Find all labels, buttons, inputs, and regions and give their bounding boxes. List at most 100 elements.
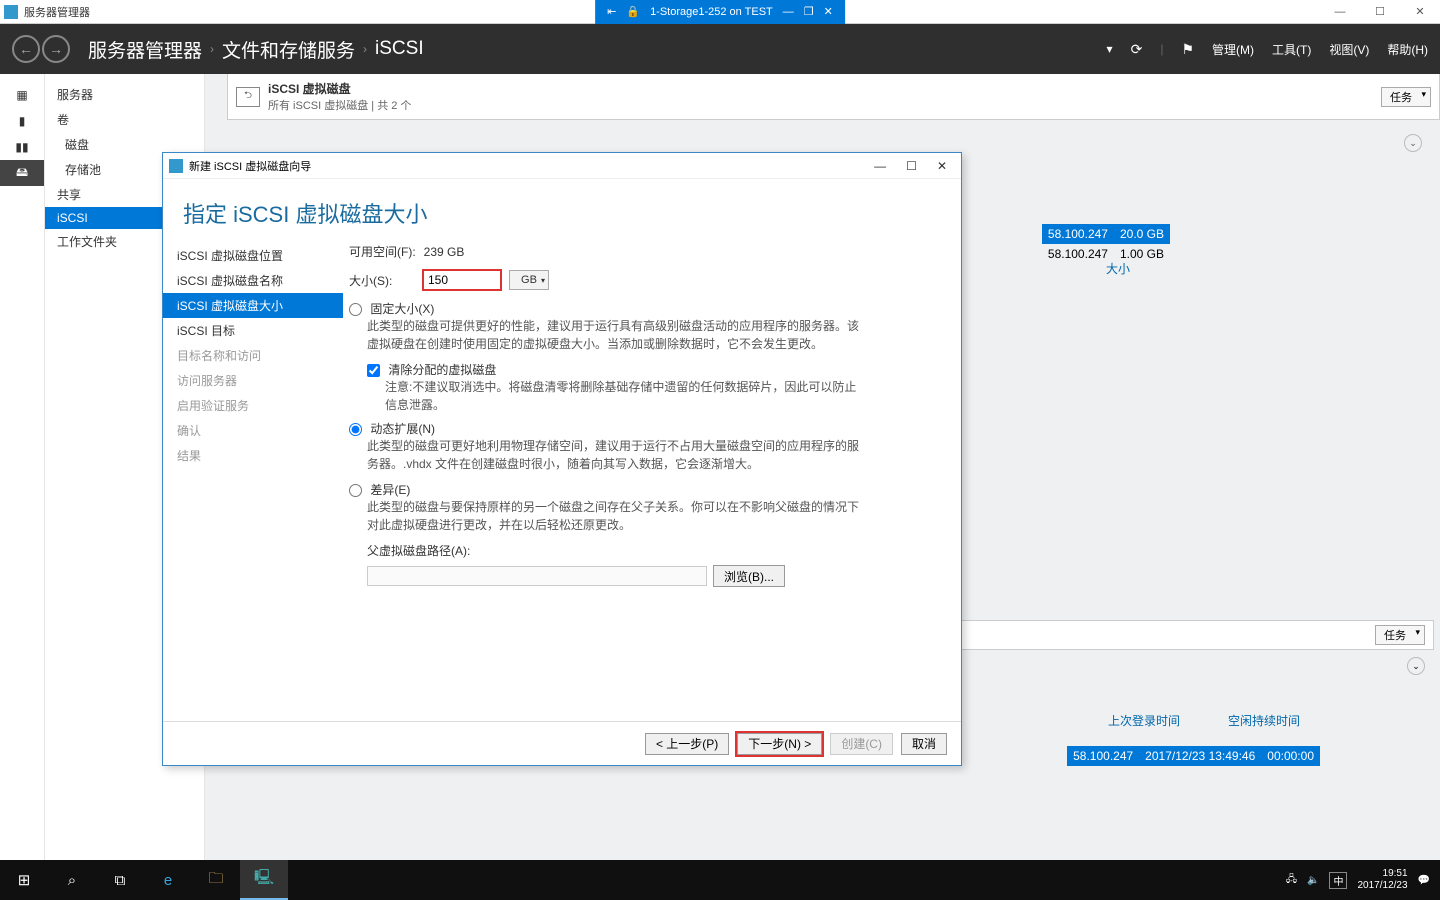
step-result: 结果 [163, 443, 343, 468]
close-button[interactable]: ✕ [1400, 0, 1440, 24]
diff-radio[interactable]: 差异(E) [349, 483, 410, 497]
collapse-icon[interactable]: ⌄ [1407, 657, 1425, 675]
menu-tools[interactable]: 工具(T) [1272, 41, 1311, 58]
step-auth: 启用验证服务 [163, 393, 343, 418]
fixed-size-radio[interactable]: 固定大小(X) [349, 302, 434, 316]
clear-disk-checkbox[interactable]: 清除分配的虚拟磁盘 [367, 363, 496, 377]
rail-storage-icon[interactable]: 🖴 [0, 160, 44, 186]
server-manager-header: ← → 服务器管理器 › 文件和存储服务 › iSCSI ▾ ⟳ | ⚑ 管理(… [0, 24, 1440, 74]
size-label: 大小(S): [349, 272, 415, 289]
parent-path-label: 父虚拟磁盘路径(A): [367, 542, 941, 559]
size-input[interactable] [423, 270, 501, 290]
dropdown-icon[interactable]: ▾ [1107, 42, 1113, 56]
wizard-close-button[interactable]: ✕ [937, 159, 947, 173]
create-button: 创建(C) [830, 733, 893, 755]
pin-icon[interactable]: ⇤ [607, 5, 616, 18]
tasks-dropdown[interactable]: 任务 [1381, 87, 1431, 107]
tray-clock[interactable]: 19:51 2017/12/23 [1357, 868, 1407, 892]
disk-icon: ⮌ [236, 87, 260, 107]
server-manager-icon [4, 5, 18, 19]
breadcrumb-section[interactable]: 文件和存储服务 [222, 36, 355, 63]
rail-all-icon[interactable]: ▮▮ [0, 134, 44, 160]
col-idle[interactable]: 空闲持续时间 [1228, 712, 1300, 729]
rail-local-icon[interactable]: ▮ [0, 108, 44, 134]
icon-rail: ▦ ▮ ▮▮ 🖴 [0, 74, 45, 860]
dynamic-radio[interactable]: 动态扩展(N) [349, 422, 435, 436]
window-controls: — ☐ ✕ [1320, 0, 1440, 24]
wizard-maximize-button[interactable]: ☐ [906, 159, 917, 173]
outer-titlebar: 服务器管理器 ⇤ 🔒 1-Storage1-252 on TEST — ❐ ✕ … [0, 0, 1440, 24]
vm-minimize-icon[interactable]: — [783, 6, 794, 18]
nav-servers[interactable]: 服务器 [45, 82, 204, 107]
wizard-icon [169, 159, 183, 173]
available-space-value: 239 GB [424, 245, 465, 259]
chevron-right-icon: › [363, 42, 367, 56]
tasks-dropdown-lower[interactable]: 任务 [1375, 625, 1425, 645]
col-last-login[interactable]: 上次登录时间 [1108, 712, 1180, 729]
iscsi-wizard-dialog: 新建 iSCSI 虚拟磁盘向导 — ☐ ✕ 指定 iSCSI 虚拟磁盘大小 iS… [162, 152, 962, 766]
breadcrumb-current: iSCSI [375, 38, 424, 60]
tray-ime[interactable]: 中 [1329, 872, 1347, 889]
breadcrumb: 服务器管理器 › 文件和存储服务 › iSCSI [88, 36, 424, 63]
wizard-heading: 指定 iSCSI 虚拟磁盘大小 [163, 179, 961, 239]
ie-icon[interactable]: e [144, 860, 192, 900]
content-header: ⮌ iSCSI 虚拟磁盘 所有 iSCSI 虚拟磁盘 | 共 2 个 任务 [227, 74, 1440, 120]
next-button[interactable]: 下一步(N) > [737, 733, 822, 755]
rail-dashboard-icon[interactable]: ▦ [0, 82, 44, 108]
breadcrumb-root[interactable]: 服务器管理器 [88, 36, 202, 63]
nav-back-button[interactable]: ← [12, 35, 40, 63]
vm-connection-tab[interactable]: ⇤ 🔒 1-Storage1-252 on TEST — ❐ ✕ [595, 0, 845, 24]
step-target-name: 目标名称和访问 [163, 343, 343, 368]
start-button[interactable]: ⊞ [0, 860, 48, 900]
step-location[interactable]: iSCSI 虚拟磁盘位置 [163, 243, 343, 268]
step-confirm: 确认 [163, 418, 343, 443]
fixed-desc: 此类型的磁盘可提供更好的性能，建议用于运行具有高级别磁盘活动的应用程序的服务器。… [367, 317, 867, 353]
menu-view[interactable]: 视图(V) [1329, 41, 1369, 58]
wizard-footer: < 上一步(P) 下一步(N) > 创建(C) 取消 [163, 721, 961, 765]
wizard-titlebar[interactable]: 新建 iSCSI 虚拟磁盘向导 — ☐ ✕ [163, 153, 961, 179]
step-target[interactable]: iSCSI 目标 [163, 318, 343, 343]
wizard-steps: iSCSI 虚拟磁盘位置 iSCSI 虚拟磁盘名称 iSCSI 虚拟磁盘大小 i… [163, 239, 343, 721]
step-name[interactable]: iSCSI 虚拟磁盘名称 [163, 268, 343, 293]
explorer-icon[interactable]: 🗀 [192, 860, 240, 900]
table-row[interactable]: 58.100.247 1.00 GB [1042, 244, 1170, 264]
minimize-button[interactable]: — [1320, 0, 1360, 24]
outer-title: 服务器管理器 [24, 4, 90, 20]
table-row[interactable]: 58.100.247 2017/12/23 13:49:46 00:00:00 [1067, 746, 1320, 766]
taskview-icon[interactable]: ⧉ [96, 860, 144, 900]
parent-path-input[interactable] [367, 566, 707, 586]
wizard-content: 可用空间(F): 239 GB 大小(S): GB 固定大小(X) 此类型的磁盘… [343, 239, 961, 721]
dynamic-desc: 此类型的磁盘可更好地利用物理存储空间，建议用于运行不占用大量磁盘空间的应用程序的… [367, 437, 867, 473]
menu-help[interactable]: 帮助(H) [1387, 41, 1428, 58]
tray-network-icon[interactable]: 🖧 [1286, 872, 1297, 889]
search-icon[interactable]: ⌕ [48, 860, 96, 900]
lock-icon: 🔒 [626, 5, 640, 18]
taskbar: ⊞ ⌕ ⧉ e 🗀 🖳 🖧 🔈 中 19:51 2017/12/23 💬 [0, 860, 1440, 900]
prev-button[interactable]: < 上一步(P) [645, 733, 729, 755]
size-unit-select[interactable]: GB [509, 270, 549, 290]
vm-title: 1-Storage1-252 on TEST [650, 6, 773, 18]
tray-notifications-icon[interactable]: 💬 [1418, 875, 1430, 886]
clear-desc: 注意:不建议取消选中。将磁盘清零将删除基础存储中遗留的任何数据碎片，因此可以防止… [385, 378, 865, 414]
server-manager-taskbar-icon[interactable]: 🖳 [240, 860, 288, 900]
flag-icon[interactable]: ⚑ [1181, 41, 1194, 58]
section-subtitle: 所有 iSCSI 虚拟磁盘 | 共 2 个 [268, 97, 411, 113]
vm-restore-icon[interactable]: ❐ [804, 5, 814, 18]
diff-desc: 此类型的磁盘与要保持原样的另一个磁盘之间存在父子关系。你可以在不影响父磁盘的情况… [367, 498, 867, 534]
vm-close-icon[interactable]: ✕ [824, 5, 833, 18]
browse-button[interactable]: 浏览(B)... [713, 565, 785, 587]
step-access: 访问服务器 [163, 368, 343, 393]
wizard-minimize-button[interactable]: — [874, 159, 886, 173]
chevron-right-icon: › [210, 42, 214, 56]
available-space-label: 可用空间(F): [349, 243, 416, 260]
cancel-button[interactable]: 取消 [901, 733, 947, 755]
maximize-button[interactable]: ☐ [1360, 0, 1400, 24]
menu-manage[interactable]: 管理(M) [1212, 41, 1254, 58]
table-row[interactable]: 58.100.247 20.0 GB [1042, 224, 1170, 244]
refresh-icon[interactable]: ⟳ [1131, 41, 1143, 58]
nav-forward-button[interactable]: → [42, 35, 70, 63]
step-size[interactable]: iSCSI 虚拟磁盘大小 [163, 293, 343, 318]
collapse-icon[interactable]: ⌄ [1404, 134, 1422, 152]
tray-volume-icon[interactable]: 🔈 [1307, 875, 1319, 886]
nav-volumes[interactable]: 卷 [45, 107, 204, 132]
